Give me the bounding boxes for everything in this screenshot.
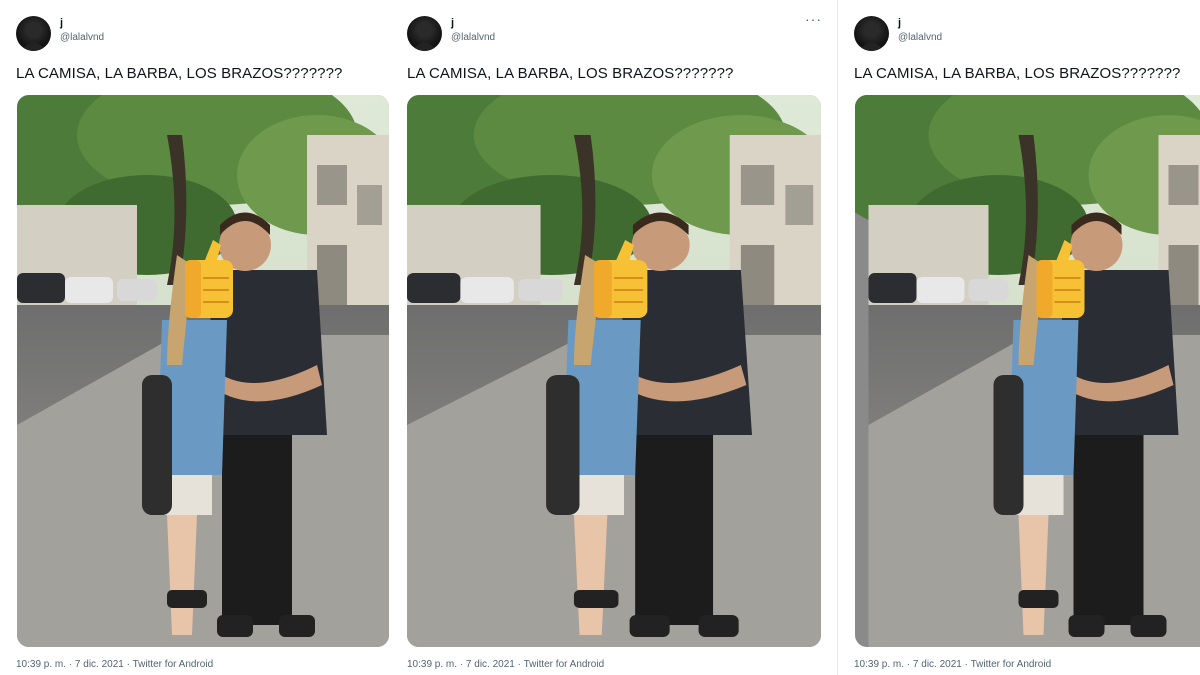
tweet-source[interactable]: Twitter for Android bbox=[133, 659, 214, 670]
tweet-header: j @lalalvnd bbox=[16, 14, 356, 54]
tweet-card-1: j @lalalvnd LA CAMISA, LA BARBA, LOS BRA… bbox=[0, 0, 395, 675]
tweet-header: j @lalalvnd bbox=[407, 14, 747, 54]
tweet-photo[interactable] bbox=[17, 95, 389, 647]
tweet-timestamp[interactable]: 10:39 p. m. · 7 dic. 2021 · bbox=[16, 659, 133, 670]
street-photo-illustration bbox=[17, 95, 389, 647]
tweet-text: LA CAMISA, LA BARBA, LOS BRAZOS??????? bbox=[16, 65, 343, 82]
tweet-source[interactable]: Twitter for Android bbox=[524, 659, 605, 670]
tweet-source[interactable]: Twitter for Android bbox=[971, 659, 1052, 670]
author-handle[interactable]: @lalalvnd bbox=[451, 32, 495, 43]
author-handle[interactable]: @lalalvnd bbox=[898, 32, 942, 43]
tweet-header: j @lalalvnd bbox=[854, 14, 1194, 54]
street-photo-illustration bbox=[407, 95, 821, 647]
author-name[interactable]: j bbox=[60, 17, 63, 29]
street-photo-illustration bbox=[855, 95, 1200, 647]
tweet-photo[interactable] bbox=[407, 95, 821, 647]
more-options-icon[interactable]: ··· bbox=[805, 12, 822, 26]
tweet-card-3: j @lalalvnd LA CAMISA, LA BARBA, LOS BRA… bbox=[838, 0, 1200, 675]
avatar[interactable] bbox=[854, 16, 889, 51]
author-name[interactable]: j bbox=[898, 17, 901, 29]
tweet-footer: 10:39 p. m. · 7 dic. 2021 · Twitter for … bbox=[407, 659, 604, 670]
tweet-footer: 10:39 p. m. · 7 dic. 2021 · Twitter for … bbox=[16, 659, 213, 670]
tweet-photo[interactable] bbox=[855, 95, 1200, 647]
tweet-footer: 10:39 p. m. · 7 dic. 2021 · Twitter for … bbox=[854, 659, 1051, 670]
avatar[interactable] bbox=[16, 16, 51, 51]
tweet-card-2: j @lalalvnd ··· LA CAMISA, LA BARBA, LOS… bbox=[391, 0, 837, 675]
author-name[interactable]: j bbox=[451, 17, 454, 29]
avatar[interactable] bbox=[407, 16, 442, 51]
tweet-timestamp[interactable]: 10:39 p. m. · 7 dic. 2021 · bbox=[854, 659, 971, 670]
tweet-text: LA CAMISA, LA BARBA, LOS BRAZOS??????? bbox=[407, 65, 734, 82]
tweet-timestamp[interactable]: 10:39 p. m. · 7 dic. 2021 · bbox=[407, 659, 524, 670]
author-handle[interactable]: @lalalvnd bbox=[60, 32, 104, 43]
tweet-text: LA CAMISA, LA BARBA, LOS BRAZOS??????? bbox=[854, 65, 1181, 82]
